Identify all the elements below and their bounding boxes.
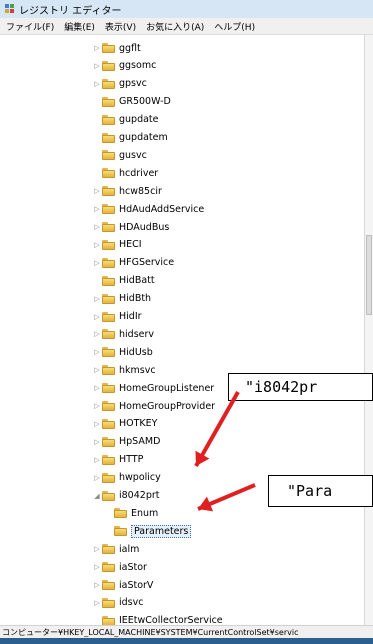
annotation-arrows — [194, 391, 256, 512]
